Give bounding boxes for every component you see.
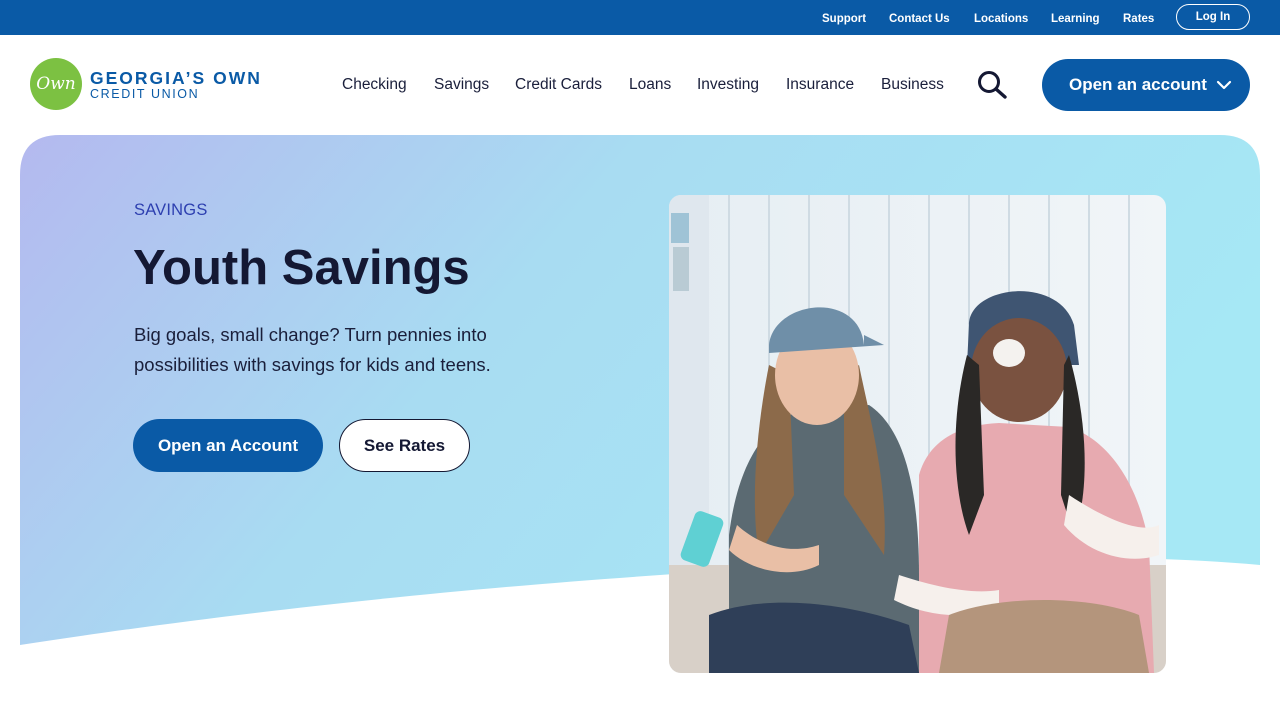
nav-item-savings[interactable]: Savings (434, 75, 489, 94)
nav-item-loans[interactable]: Loans (629, 75, 671, 94)
open-account-menu-button[interactable]: Open an account (1042, 59, 1250, 111)
brand-logo-mark: Own (30, 58, 82, 110)
utility-link-contact-us[interactable]: Contact Us (889, 12, 950, 26)
hero-photo (669, 195, 1166, 673)
utility-link-locations[interactable]: Locations (974, 12, 1028, 26)
login-button[interactable]: Log In (1176, 4, 1250, 30)
nav-item-checking[interactable]: Checking (342, 75, 407, 94)
nav-item-investing[interactable]: Investing (697, 75, 759, 94)
chevron-down-icon (1216, 80, 1232, 90)
search-icon[interactable] (976, 70, 1008, 100)
utility-bar: Support Contact Us Locations Learning Ra… (0, 0, 1280, 35)
open-account-menu-label: Open an account (1069, 75, 1207, 94)
hero-eyebrow: SAVINGS (134, 201, 208, 219)
open-an-account-button[interactable]: Open an Account (133, 419, 323, 472)
nav-item-credit-cards[interactable]: Credit Cards (515, 75, 602, 94)
page-title: Youth Savings (133, 241, 470, 295)
nav-item-business[interactable]: Business (881, 75, 944, 94)
utility-link-support[interactable]: Support (822, 12, 866, 26)
brand-subtitle: CREDIT UNION (90, 87, 200, 101)
utility-link-rates[interactable]: Rates (1123, 12, 1154, 26)
hero-description: Big goals, small change? Turn pennies in… (134, 324, 491, 375)
see-rates-button[interactable]: See Rates (339, 419, 470, 472)
brand-name: GEORGIA’S OWN (90, 68, 262, 88)
utility-link-learning[interactable]: Learning (1051, 12, 1100, 26)
nav-item-insurance[interactable]: Insurance (786, 75, 854, 94)
